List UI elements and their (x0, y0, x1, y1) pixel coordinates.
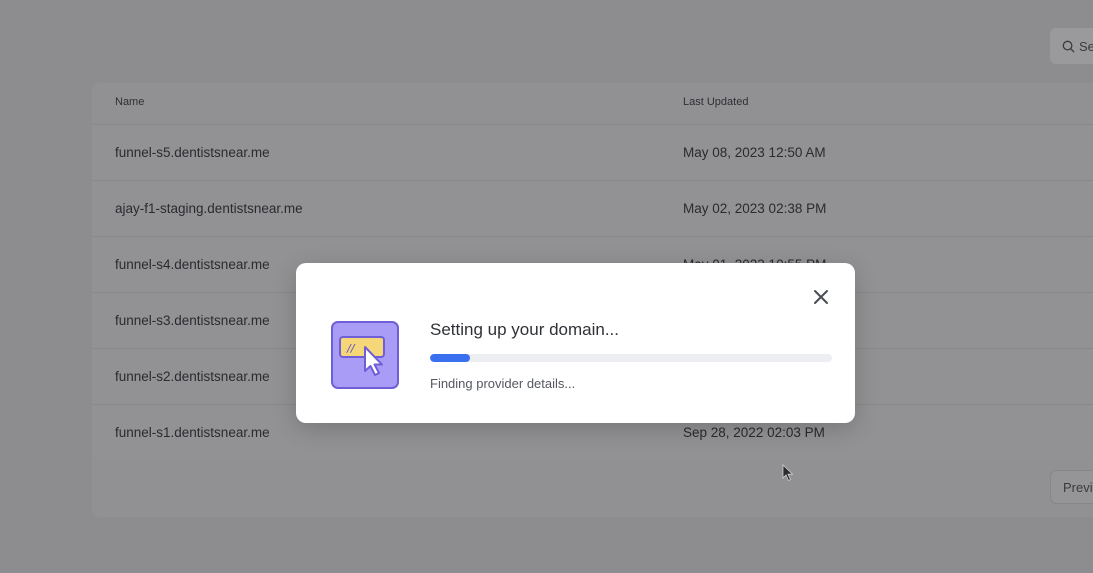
table-row[interactable]: ajay-f1-staging.dentistsnear.me May 02, … (93, 180, 1093, 236)
domain-setup-modal: // Setting up your domain... Finding pro… (296, 263, 855, 423)
modal-title: Setting up your domain... (430, 320, 620, 339)
search-input[interactable]: Se (1050, 28, 1093, 64)
search-icon (1062, 40, 1075, 53)
row-name: funnel-s1.dentistsnear.me (115, 425, 270, 440)
row-name: funnel-s2.dentistsnear.me (115, 369, 270, 384)
row-name: funnel-s5.dentistsnear.me (115, 145, 270, 160)
row-name: funnel-s3.dentistsnear.me (115, 313, 270, 328)
row-last-updated: Sep 28, 2022 02:03 PM (683, 425, 825, 440)
previous-page-button[interactable]: Previ (1050, 470, 1093, 504)
column-header-name[interactable]: Name (115, 96, 144, 108)
domain-cursor-illustration: // (331, 321, 399, 389)
modal-status-text: Finding provider details... (430, 376, 576, 391)
table-row[interactable]: funnel-s5.dentistsnear.me May 08, 2023 1… (93, 124, 1093, 180)
progress-bar-fill (430, 354, 471, 362)
row-name: ajay-f1-staging.dentistsnear.me (115, 201, 303, 216)
row-last-updated: May 08, 2023 12:50 AM (683, 145, 826, 160)
close-icon (814, 290, 828, 304)
close-button[interactable] (811, 287, 831, 307)
progress-bar (430, 354, 832, 362)
svg-text://: // (346, 342, 356, 355)
mouse-cursor-icon (782, 464, 794, 482)
column-header-last-updated[interactable]: Last Updated (683, 96, 748, 108)
search-placeholder: Se (1079, 38, 1093, 54)
row-name: funnel-s4.dentistsnear.me (115, 257, 270, 272)
row-last-updated: May 02, 2023 02:38 PM (683, 201, 827, 216)
